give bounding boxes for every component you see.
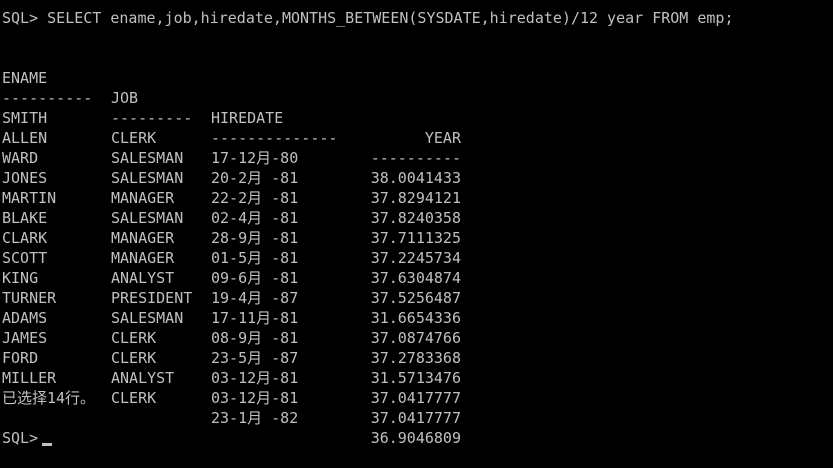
cell-ename: MILLER bbox=[2, 369, 57, 387]
result-row: CLARK MANAGER 09-6月 -81 37.5256487 bbox=[2, 208, 830, 307]
cell-year: 36.9046809 bbox=[370, 429, 461, 447]
text-cursor[interactable] bbox=[42, 443, 53, 446]
result-row: BLAKE MANAGER 01-5月 -81 37.6304874 bbox=[2, 188, 830, 287]
sql-query-line: SQL> SELECT ename,job,hiredate,MONTHS_BE… bbox=[2, 9, 734, 27]
result-row: TURNER SALESMAN 08-9月 -81 37.2783368 bbox=[2, 268, 830, 367]
result-row: SMITH CLERK 17-12月-80 38.0041433 bbox=[2, 88, 830, 187]
cell-year: 31.5713476 bbox=[370, 369, 461, 387]
cell-hiredate: 23-1月 -82 bbox=[211, 409, 299, 427]
result-row: JAMES CLERK 03-12月-81 37.0417777 bbox=[2, 308, 830, 407]
result-row: FORD ANALYST 03-12月-81 37.0417777 bbox=[2, 328, 830, 427]
result-row: SCOTT ANALYST 19-4月 -87 31.6654336 bbox=[2, 228, 830, 327]
cell-year: 37.0417777 bbox=[370, 389, 461, 407]
result-row: ALLEN SALESMAN 20-2月 -81 37.8294121 bbox=[2, 108, 830, 207]
cell-hiredate: 03-12月-81 bbox=[211, 369, 299, 387]
cell-job: CLERK bbox=[111, 389, 157, 407]
result-row: ADAMS CLERK 23-5月 -87 31.5713476 bbox=[2, 288, 830, 387]
result-header-row: ENAME JOB HIREDATE YEAR bbox=[2, 48, 830, 147]
cell-year: 37.0417777 bbox=[370, 409, 461, 427]
result-row: JONES MANAGER 02-4月 -81 37.7111325 bbox=[2, 148, 830, 247]
result-row: MILLER CLERK 23-1月 -82 36.9046809 bbox=[2, 348, 830, 447]
result-row: WARD SALESMAN 22-2月 -81 37.8240358 bbox=[2, 128, 830, 227]
result-row: KING PRESIDENT 17-11月-81 37.0874766 bbox=[2, 248, 830, 347]
terminal-output: SQL> SELECT ename,job,hiredate,MONTHS_BE… bbox=[2, 8, 830, 448]
cell-job: ANALYST bbox=[111, 369, 175, 387]
result-separator-row: ---------- --------- -------------- ----… bbox=[2, 68, 830, 167]
cell-hiredate: 03-12月-81 bbox=[211, 389, 299, 407]
result-row: MARTIN SALESMAN 28-9月 -81 37.2245734 bbox=[2, 168, 830, 267]
